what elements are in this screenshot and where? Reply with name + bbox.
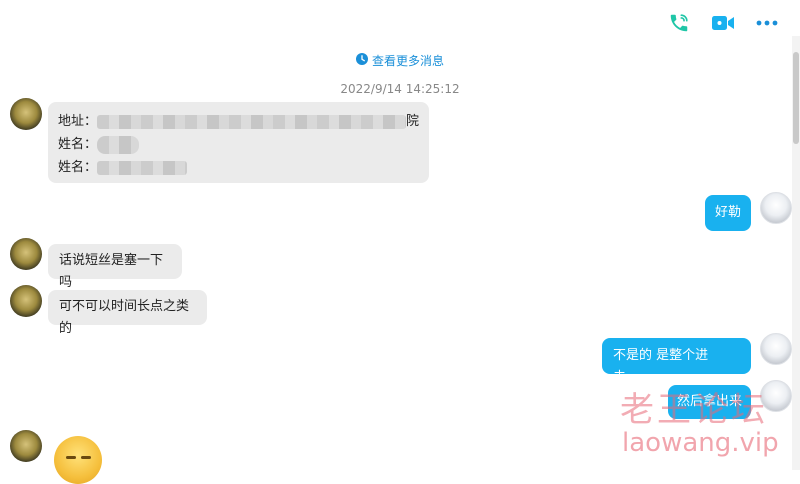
chat-toolbar [666, 8, 780, 38]
video-call-icon[interactable] [710, 10, 736, 36]
my-avatar[interactable] [760, 333, 792, 365]
address-label: 地址： [58, 113, 98, 129]
name-label-2: 姓名： [58, 159, 98, 175]
contact-avatar[interactable] [10, 238, 42, 270]
address-line: 地址： 院 [58, 110, 419, 133]
redacted-name-2 [97, 160, 188, 175]
contact-avatar[interactable] [10, 98, 42, 130]
watermark-title: 老王论坛 [620, 390, 768, 430]
emoji-sticker[interactable] [54, 436, 102, 484]
contact-avatar[interactable] [10, 285, 42, 317]
watermark-domain: laowang.vip [622, 428, 779, 458]
scrollbar-thumb[interactable] [793, 52, 799, 144]
name-line-2: 姓名： [58, 156, 419, 179]
message-bubble[interactable]: 不是的 是整个进去。。 [602, 338, 751, 385]
clock-icon [355, 53, 368, 68]
redacted-name [97, 135, 140, 154]
contact-avatar[interactable] [10, 430, 42, 462]
message-bubble[interactable]: 可不可以时间长点之类的 [48, 290, 207, 336]
address-tail: 院 [405, 113, 419, 129]
name-line: 姓名： [58, 133, 419, 156]
message-timestamp: 2022/9/14 14:25:12 [340, 82, 460, 96]
name-label: 姓名： [58, 136, 98, 152]
message-bubble[interactable]: 好勒 [705, 195, 751, 231]
more-options-icon[interactable] [754, 10, 780, 36]
view-more-label: 查看更多消息 [371, 54, 444, 68]
message-bubble[interactable]: 话说短丝是塞一下吗 [48, 244, 182, 290]
view-more-messages-link[interactable]: 查看更多消息 [0, 52, 800, 69]
message-bubble-address[interactable]: 地址： 院 姓名： 姓名： [48, 102, 429, 183]
phone-icon[interactable] [666, 10, 692, 36]
redacted-address [97, 114, 406, 129]
my-avatar[interactable] [760, 192, 792, 224]
